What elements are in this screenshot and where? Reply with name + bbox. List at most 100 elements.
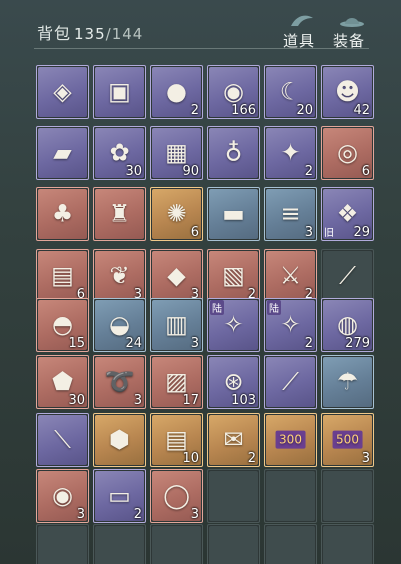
inventory-slot[interactable]: ⊛ 103	[207, 355, 260, 409]
empty-slot[interactable]	[264, 524, 317, 564]
inventory-slot[interactable]: ▦ 90	[150, 126, 203, 180]
inventory-slot[interactable]: ▥ 3	[150, 298, 203, 352]
red-ticket-icon: ▨	[165, 367, 188, 396]
inventory-slot[interactable]: ▰	[36, 126, 89, 180]
inventory-slot[interactable]: ♣	[36, 187, 89, 241]
jade-vase-icon: ♜	[108, 199, 131, 228]
item-count: 2	[247, 451, 256, 466]
inventory-slot[interactable]: ♜	[93, 187, 146, 241]
inventory-slot[interactable]: ◈	[36, 65, 89, 119]
inventory-slot[interactable]: ✧ 陆	[207, 298, 260, 352]
inventory-slot[interactable]: ✺ 6	[150, 187, 203, 241]
discount-coupon-300-icon: 300	[275, 430, 306, 449]
slot-background	[209, 526, 258, 564]
inventory-slot[interactable]: 500 3	[321, 413, 374, 467]
inventory-row	[36, 524, 376, 564]
inventory-slot[interactable]: ◎ 6	[321, 126, 374, 180]
item-count: 3	[190, 507, 199, 522]
inventory-slot[interactable]: ⟋	[321, 249, 374, 303]
inventory-slot[interactable]: ◍ 279	[321, 298, 374, 352]
item-count: 20	[296, 103, 313, 118]
gold-ingot-icon: ⬢	[109, 425, 130, 454]
inventory-slot[interactable]: ◒ 24	[93, 298, 146, 352]
log-bundle-icon: ≡	[280, 199, 301, 228]
item-old-badge: 旧	[324, 228, 334, 239]
empty-slot[interactable]	[207, 524, 260, 564]
inventory-slot[interactable]: ▤ 10	[150, 413, 203, 467]
inventory-slot[interactable]: ⬢	[93, 413, 146, 467]
inventory-slot[interactable]: ▤ 6	[36, 249, 89, 303]
inventory-slot[interactable]: ⟋	[264, 355, 317, 409]
spear-icon: ⟍	[54, 425, 71, 454]
item-count: 2	[133, 507, 142, 522]
jade-dragon-icon: ➰	[104, 367, 135, 396]
slot-background	[38, 526, 87, 564]
empty-slot[interactable]	[321, 524, 374, 564]
inventory-slot[interactable]: ▨ 17	[150, 355, 203, 409]
blue-porcelain-icon: ❖	[336, 199, 359, 228]
inventory-slot[interactable]: ✿ 30	[93, 126, 146, 180]
inventory-slot[interactable]: ⚔ 2	[264, 249, 317, 303]
inventory-slot[interactable]: ◉ 166	[207, 65, 260, 119]
inventory-slot[interactable]: ▬	[207, 187, 260, 241]
empty-slot[interactable]	[264, 469, 317, 523]
bag-header: 背包 135/144 道具 装备	[0, 0, 401, 52]
inventory-slot[interactable]: ✧ 陆 2	[264, 298, 317, 352]
inventory-slot[interactable]: ● 2	[150, 65, 203, 119]
inventory-slot[interactable]: ◉ 3	[36, 469, 89, 523]
inventory-slot[interactable]: ☂	[321, 355, 374, 409]
inventory-slot[interactable]: ◯ 3	[150, 469, 203, 523]
bronze-disc-icon: ◍	[337, 310, 358, 339]
inventory-slot[interactable]: ➰ 3	[93, 355, 146, 409]
inventory-slot[interactable]: ☻ 42	[321, 65, 374, 119]
inventory-slot[interactable]: ≡ 3	[264, 187, 317, 241]
inventory-slot[interactable]: ☾ 20	[264, 65, 317, 119]
inventory-row: ▰ ✿ 30 ▦ 90 ♁ ✦ 2 ◎ 6	[36, 126, 376, 180]
item-count: 103	[231, 393, 256, 408]
item-count: 3	[304, 225, 313, 240]
inventory-slot[interactable]: ✉ 2	[207, 413, 260, 467]
capacity-total: 144	[111, 25, 144, 43]
empty-slot[interactable]	[36, 524, 89, 564]
inventory-slot[interactable]: ◆ 3	[150, 249, 203, 303]
empty-slot[interactable]	[93, 524, 146, 564]
crescent-blade-icon: ☾	[279, 77, 302, 106]
item-count: 90	[182, 164, 199, 179]
empty-slot[interactable]	[150, 524, 203, 564]
inventory-slot[interactable]: ▭ 2	[93, 469, 146, 523]
bronze-bowl-icon: ◯	[163, 481, 190, 510]
lantern-icon: ✧	[223, 310, 244, 339]
pink-orb-icon: ◉	[223, 77, 244, 106]
inventory-slot[interactable]: ▧ 2	[207, 249, 260, 303]
inventory-slot[interactable]: ✦ 2	[264, 126, 317, 180]
inventory-slot[interactable]: ◓ 15	[36, 298, 89, 352]
item-count: 2	[190, 103, 199, 118]
inventory-slot[interactable]: ⟍	[36, 413, 89, 467]
berry-branch-icon: ❦	[109, 261, 130, 290]
inventory-slot[interactable]: ❖ 旧 29	[321, 187, 374, 241]
inventory-slot[interactable]: 300	[264, 413, 317, 467]
inventory-slot[interactable]: ♁	[207, 126, 260, 180]
inventory-row: ▤ 6 ❦ 3 ◆ 3 ▧ 2 ⚔ 2 ⟋	[36, 249, 376, 303]
inventory-row: ⟍ ⬢ ▤ 10 ✉ 2 300 500 3	[36, 413, 376, 467]
stone-chunk-icon: ◆	[167, 261, 186, 290]
header-divider	[34, 48, 369, 49]
slot-background	[266, 471, 315, 521]
empty-slot[interactable]	[207, 469, 260, 523]
blue-vortex-icon: ⊛	[223, 367, 244, 396]
silver-ingot-icon: ▭	[108, 481, 131, 510]
hat-icon	[340, 18, 364, 27]
green-flute-icon: ⟋	[282, 367, 299, 396]
item-count: 2	[304, 336, 313, 351]
slot-background	[152, 526, 201, 564]
old-scroll-icon: ▧	[222, 261, 245, 290]
item-count: 15	[68, 336, 85, 351]
inventory-slot[interactable]: ❦ 3	[93, 249, 146, 303]
inventory-slot[interactable]: ▣	[93, 65, 146, 119]
slot-background	[266, 526, 315, 564]
iron-ore-icon: ⬟	[52, 367, 73, 396]
item-count: 2	[304, 164, 313, 179]
inventory-slot[interactable]: ⬟ 30	[36, 355, 89, 409]
item-count: 3	[190, 336, 199, 351]
empty-slot[interactable]	[321, 469, 374, 523]
